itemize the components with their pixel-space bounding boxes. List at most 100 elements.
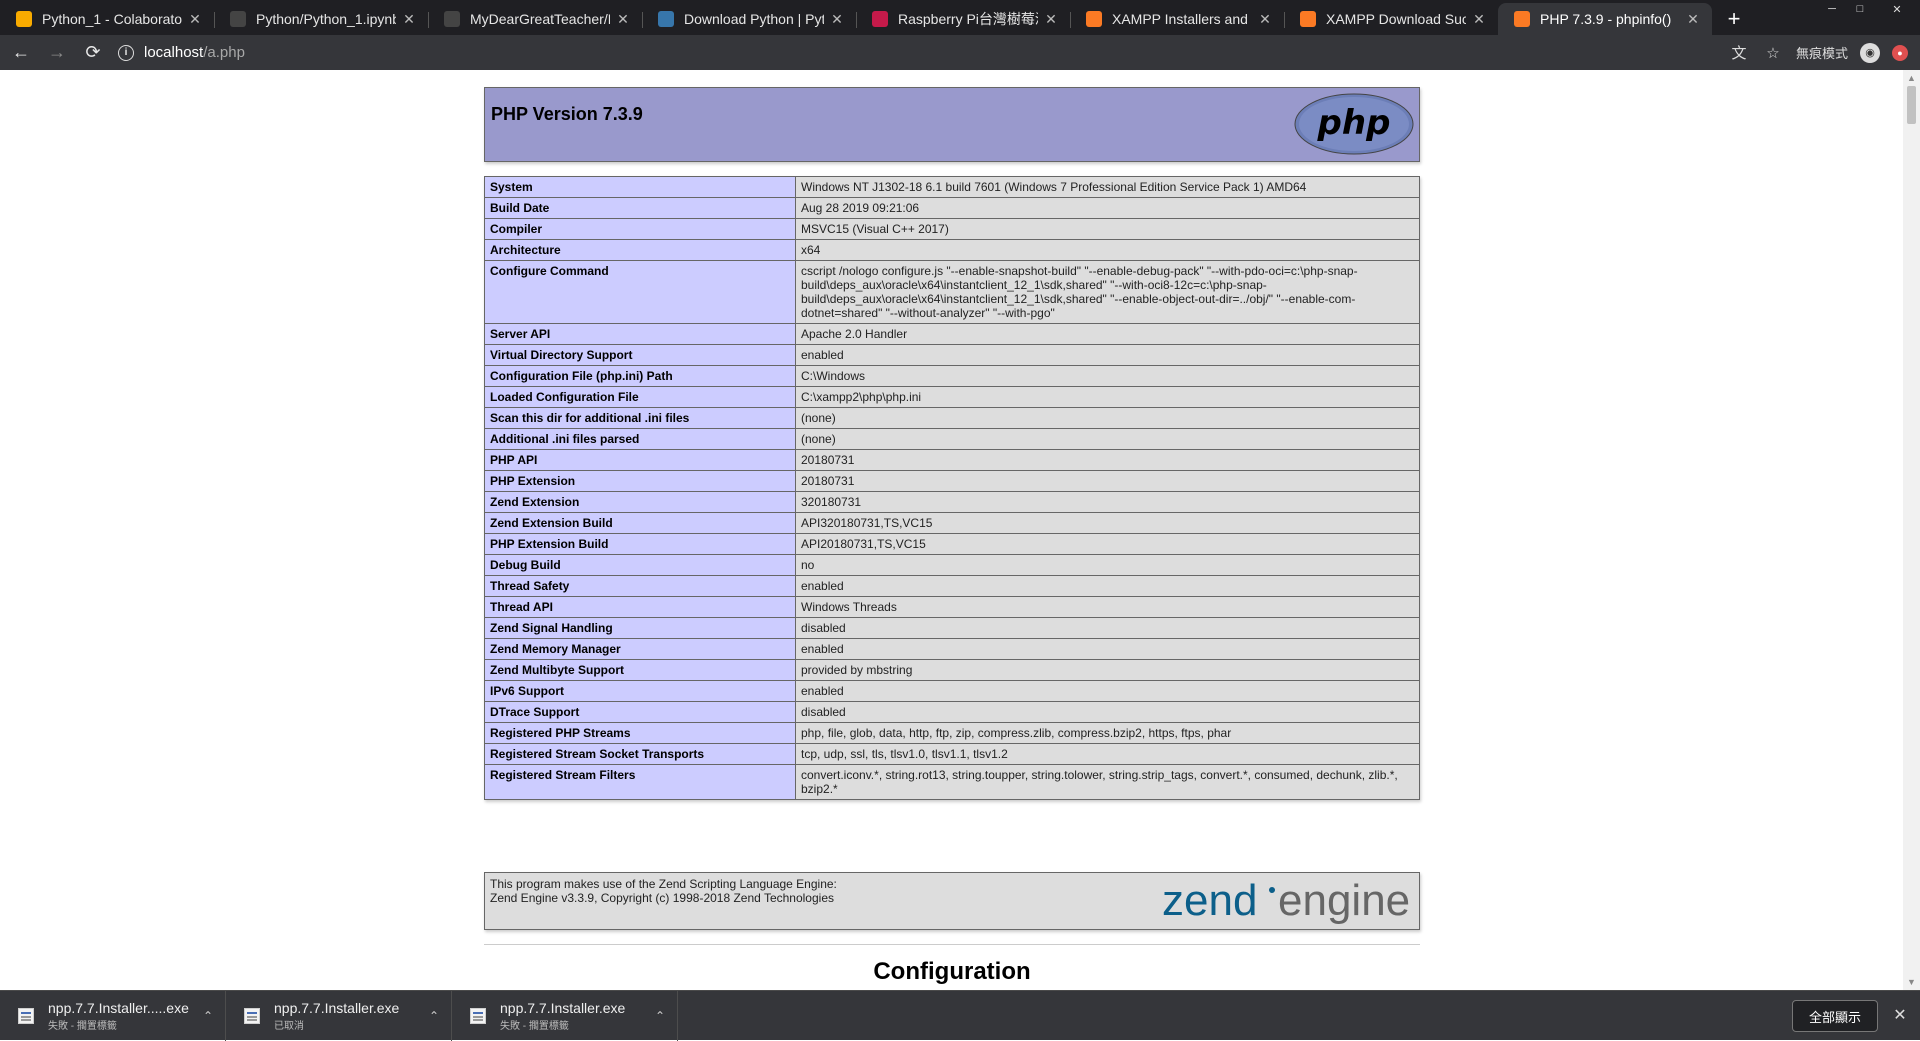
download-item[interactable]: npp.7.7.Installer.exe 已取消 ⌃ — [226, 990, 452, 1041]
github-icon — [444, 11, 460, 27]
php-version-title: PHP Version 7.3.9 — [491, 104, 643, 124]
download-status: 失敗 - 擱置標籤 — [48, 1020, 117, 1032]
tab-close-icon[interactable]: ✕ — [614, 10, 632, 28]
tab-close-icon[interactable]: ✕ — [400, 10, 418, 28]
scrollbar-thumb[interactable] — [1907, 86, 1916, 124]
tab-close-icon[interactable]: ✕ — [186, 10, 204, 28]
download-filename: npp.7.7.Installer.exe — [500, 999, 626, 1016]
info-key: Zend Extension Build — [484, 512, 796, 534]
download-item[interactable]: npp.7.7.Installer.....exe 失敗 - 擱置標籤 ⌃ — [0, 990, 226, 1041]
info-value: MSVC15 (Visual C++ 2017) — [795, 218, 1420, 240]
download-item[interactable]: npp.7.7.Installer.exe 失敗 - 擱置標籤 ⌃ — [452, 990, 678, 1041]
incognito-avatar-icon[interactable]: ◉ — [1860, 42, 1880, 63]
info-key: PHP Extension Build — [484, 533, 796, 555]
info-row: Thread API Windows Threads — [484, 596, 1420, 618]
info-row: Configuration File (php.ini) Path C:\Wind… — [484, 365, 1420, 387]
info-value: disabled — [795, 617, 1420, 639]
show-all-downloads-button[interactable]: 全部顯示 — [1791, 1000, 1878, 1032]
info-value: 20180731 — [795, 449, 1420, 471]
tab-close-icon[interactable]: ✕ — [1042, 10, 1060, 28]
file-icon — [18, 1007, 34, 1024]
info-value: Windows Threads — [795, 596, 1420, 618]
page-scrollbar[interactable]: ▲ ▼ — [1903, 70, 1920, 990]
browser-tab[interactable]: PHP 7.3.9 - phpinfo() ✕ — [1498, 3, 1712, 35]
info-row: Zend Memory Manager enabled — [484, 638, 1420, 660]
info-key: Compiler — [484, 218, 796, 240]
php-info-table-wrap: System Windows NT J1302-18 6.1 build 7601… — [484, 176, 1420, 800]
scroll-up-icon[interactable]: ▲ — [1906, 73, 1917, 83]
xampp-icon — [1514, 11, 1530, 27]
info-value: provided by mbstring — [795, 659, 1420, 681]
chevron-up-icon[interactable]: ⌃ — [197, 1009, 219, 1023]
address-host: localhost — [144, 44, 204, 61]
tab-close-icon[interactable]: ✕ — [1256, 10, 1274, 28]
info-value: C:\Windows — [795, 365, 1420, 387]
extension-icon[interactable]: ● — [1892, 44, 1908, 61]
info-value: enabled — [795, 680, 1420, 702]
info-key: Registered Stream Socket Transports — [484, 743, 796, 765]
browser-tab[interactable]: Download Python | Python✕ — [642, 3, 856, 35]
download-filename: npp.7.7.Installer.....exe — [48, 999, 189, 1016]
download-status: 失敗 - 擱置標籤 — [500, 1020, 569, 1032]
browser-tab[interactable]: Python_1 - Colaboratory ✕ — [0, 3, 214, 35]
browser-tab[interactable]: XAMPP Installers and Dow✕ — [1070, 3, 1284, 35]
minimize-icon[interactable]: ─ — [1818, 0, 1846, 18]
new-tab-button[interactable]: + — [1720, 5, 1748, 33]
python-icon — [658, 11, 674, 27]
info-key: Registered Stream Filters — [484, 764, 796, 800]
info-key: System — [484, 176, 796, 198]
tab-close-icon[interactable]: ✕ — [828, 10, 846, 28]
tab-title: Python/Python_1.ipynb at — [256, 11, 396, 27]
download-meta: npp.7.7.Installer.exe 已取消 — [274, 1000, 423, 1032]
forward-arrow-icon[interactable]: → — [42, 38, 72, 68]
tab-title: Raspberry Pi台灣樹莓派 — [898, 11, 1038, 27]
info-row: Debug Build no — [484, 554, 1420, 576]
browser-tab[interactable]: Python/Python_1.ipynb at✕ — [214, 3, 428, 35]
page-viewport: PHP Version 7.3.9 php System Windows NT J… — [0, 70, 1920, 990]
info-row: Compiler MSVC15 (Visual C++ 2017) — [484, 218, 1420, 240]
tab-strip: Python_1 - Colaboratory ✕ Python/Python_1.… — [0, 0, 1920, 35]
info-value: 20180731 — [795, 470, 1420, 492]
tab-close-icon[interactable]: ✕ — [1470, 10, 1488, 28]
browser-tab[interactable]: MyDearGreatTeacher/Hap✕ — [428, 3, 642, 35]
address-bar[interactable]: i localhost/a.php — [118, 38, 1728, 68]
close-shelf-icon[interactable]: ✕ — [1890, 1005, 1910, 1025]
scroll-down-icon[interactable]: ▼ — [1906, 977, 1917, 987]
info-row: PHP Extension 20180731 — [484, 470, 1420, 492]
colab-icon — [16, 11, 32, 27]
info-key: Configuration File (php.ini) Path — [484, 365, 796, 387]
info-row: Zend Extension Build API320180731,TS,VC15 — [484, 512, 1420, 534]
info-value: tcp, udp, ssl, tls, tlsv1.0, tlsv1.1, tl… — [795, 743, 1420, 765]
site-info-icon[interactable]: i — [118, 44, 134, 61]
info-row: Zend Extension 320180731 — [484, 491, 1420, 513]
info-row: Registered Stream Socket Transports tcp, … — [484, 743, 1420, 765]
info-key: Loaded Configuration File — [484, 386, 796, 408]
github-icon — [230, 11, 246, 27]
info-value: (none) — [795, 407, 1420, 429]
info-row: PHP Extension Build API20180731,TS,VC15 — [484, 533, 1420, 555]
tab-title: Python_1 - Colaboratory — [42, 11, 182, 27]
info-value: cscript /nologo configure.js "--enable-s… — [795, 260, 1420, 324]
bookmark-star-icon[interactable]: ☆ — [1762, 42, 1784, 64]
info-row: Thread Safety enabled — [484, 575, 1420, 597]
chevron-up-icon[interactable]: ⌃ — [423, 1009, 445, 1023]
info-row: IPv6 Support enabled — [484, 680, 1420, 702]
reload-icon[interactable]: ⟳ — [78, 38, 108, 68]
info-key: Zend Memory Manager — [484, 638, 796, 660]
window-close-icon[interactable]: ✕ — [1874, 0, 1920, 18]
info-key: Additional .ini files parsed — [484, 428, 796, 450]
tab-close-icon[interactable]: ✕ — [1684, 10, 1702, 28]
info-row: Loaded Configuration File C:\xampp2\php\p… — [484, 386, 1420, 408]
browser-tab[interactable]: XAMPP Download Success✕ — [1284, 3, 1498, 35]
chevron-up-icon[interactable]: ⌃ — [649, 1009, 671, 1023]
address-path: /a.php — [203, 44, 245, 61]
info-row: Scan this dir for additional .ini files(… — [484, 407, 1420, 429]
php-version-header: PHP Version 7.3.9 php — [484, 87, 1420, 162]
browser-tab[interactable]: Raspberry Pi台灣樹莓派 ✕ — [856, 3, 1070, 35]
maximize-icon[interactable]: □ — [1846, 0, 1874, 18]
info-key: Debug Build — [484, 554, 796, 576]
back-arrow-icon[interactable]: ← — [6, 38, 36, 68]
translate-icon[interactable]: 文 — [1728, 42, 1750, 64]
zend-logo-word1: zend — [1162, 877, 1257, 925]
info-row: Virtual Directory Support enabled — [484, 344, 1420, 366]
